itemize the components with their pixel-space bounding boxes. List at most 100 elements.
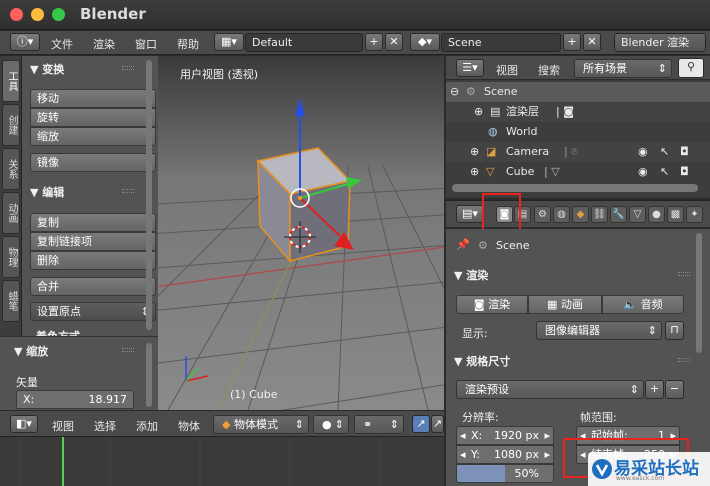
resolution-y-field[interactable]: ◂ Y: 1080 px ▸ bbox=[456, 445, 554, 464]
vp-menu-add[interactable]: 添加 bbox=[136, 418, 158, 434]
editor-type-info-icon[interactable]: ⓘ▾ bbox=[10, 33, 40, 51]
screen-layout-field[interactable]: Default bbox=[245, 33, 363, 52]
texture-tab-icon[interactable]: ▩ bbox=[667, 206, 684, 223]
minimize-window-button[interactable] bbox=[31, 8, 44, 21]
expand-icon[interactable]: ⊕ bbox=[470, 142, 479, 162]
delete-button[interactable]: 删除 bbox=[30, 251, 156, 270]
outliner-menu-view[interactable]: 视图 bbox=[496, 62, 518, 78]
join-button[interactable]: 合并 bbox=[30, 277, 156, 296]
scene-selector-icon[interactable]: ◆▾ bbox=[410, 33, 440, 51]
visibility-eye-icon[interactable]: ◉ bbox=[638, 142, 648, 162]
tab-animation[interactable]: 动画 bbox=[2, 192, 20, 234]
tab-relations[interactable]: 关系 bbox=[2, 148, 20, 190]
panel-grip-icon[interactable] bbox=[122, 66, 134, 70]
render-audio-button[interactable]: 🔈 音频 bbox=[602, 295, 684, 314]
rotate-button[interactable]: 旋转 bbox=[30, 108, 156, 127]
tab-create[interactable]: 创建 bbox=[2, 104, 20, 146]
increment-icon[interactable]: ▸ bbox=[544, 446, 550, 463]
display-select[interactable]: 图像编辑器 ⇕ bbox=[536, 321, 662, 340]
duplicate-linked-button[interactable]: 复制链接项 bbox=[30, 232, 156, 251]
world-tab-icon[interactable]: ◍ bbox=[553, 206, 570, 223]
increment-icon[interactable]: ▸ bbox=[544, 427, 550, 444]
duplicate-button[interactable]: 复制 bbox=[30, 213, 156, 232]
add-preset-icon[interactable]: + bbox=[645, 380, 664, 399]
expand-icon[interactable]: ⊕ bbox=[470, 162, 479, 182]
tab-tools[interactable]: 工具 bbox=[2, 60, 20, 102]
redo-panel-scrollbar[interactable] bbox=[146, 343, 152, 407]
outliner-hscrollbar[interactable] bbox=[452, 184, 698, 192]
visibility-eye-icon[interactable]: ◉ bbox=[638, 162, 648, 182]
set-origin-dropdown[interactable]: 设置原点⇕ bbox=[30, 302, 156, 321]
resolution-x-field[interactable]: ◂ X: 1920 px ▸ bbox=[456, 426, 554, 445]
tab-grease-pencil[interactable]: 蜡笔 bbox=[2, 280, 20, 322]
dimensions-panel-header[interactable]: ▼ 规格尺寸 bbox=[454, 353, 510, 369]
transform-panel-header[interactable]: ▼ 变换 bbox=[30, 61, 64, 77]
remove-scene-icon[interactable]: ✕ bbox=[583, 33, 601, 51]
edit-panel-header[interactable]: ▼ 编辑 bbox=[30, 184, 64, 200]
decrement-icon[interactable]: ◂ bbox=[460, 427, 466, 444]
tool-panel-scrollbar[interactable] bbox=[146, 60, 152, 330]
remove-preset-icon[interactable]: − bbox=[665, 380, 684, 399]
pivot-point-select[interactable]: ⚭ ⇕ bbox=[354, 415, 404, 434]
mirror-button[interactable]: 镜像 bbox=[30, 153, 156, 172]
outliner-row-scene[interactable]: ⊖ ⚙ Scene bbox=[446, 82, 710, 102]
scene-tab-icon[interactable]: ⚙ bbox=[534, 206, 551, 223]
panel-grip-icon[interactable] bbox=[122, 189, 134, 193]
particles-tab-icon[interactable]: ✦ bbox=[686, 206, 703, 223]
render-camera-icon[interactable]: ◘ bbox=[680, 162, 689, 182]
decrement-icon[interactable]: ◂ bbox=[460, 446, 466, 463]
menu-window[interactable]: 窗口 bbox=[135, 36, 157, 52]
add-scene-icon[interactable]: + bbox=[563, 33, 581, 51]
data-tab-mesh-icon[interactable]: ▽ bbox=[629, 206, 646, 223]
shading-panel-header[interactable]: 着色方式 bbox=[36, 328, 80, 336]
object-tab-icon[interactable]: ◆ bbox=[572, 206, 589, 223]
translate-manipulator-icon[interactable]: ↗ bbox=[431, 415, 444, 433]
display-mode-select[interactable]: 所有场景 ⇕ bbox=[574, 59, 672, 78]
pin-icon[interactable]: 📌 bbox=[456, 238, 470, 251]
properties-scrollbar[interactable] bbox=[696, 233, 702, 353]
menu-help[interactable]: 帮助 bbox=[177, 36, 199, 52]
shading-mode-select[interactable]: ● ⇕ bbox=[313, 415, 349, 434]
editor-type-outliner-icon[interactable]: ☰▾ bbox=[456, 59, 484, 77]
render-preset-select[interactable]: 渲染预设 ⇕ bbox=[456, 380, 644, 399]
panel-grip-icon[interactable] bbox=[678, 272, 690, 276]
vp-menu-select[interactable]: 选择 bbox=[94, 418, 116, 434]
panel-grip-icon[interactable] bbox=[678, 358, 690, 362]
redo-panel-header[interactable]: ▼ 缩放 bbox=[14, 343, 48, 359]
manipulator-toggle-icon[interactable]: ↗ bbox=[412, 415, 430, 433]
tab-physics[interactable]: 物理 bbox=[2, 236, 20, 278]
outliner-row-renderlayers[interactable]: ⊕ ▤ 渲染层 | ◙ bbox=[446, 102, 710, 122]
vp-menu-view[interactable]: 视图 bbox=[52, 418, 74, 434]
remove-layout-icon[interactable]: ✕ bbox=[385, 33, 403, 51]
render-panel-header[interactable]: ▼ 渲染 bbox=[454, 267, 488, 283]
scale-button[interactable]: 缩放 bbox=[30, 127, 156, 146]
select-cursor-icon[interactable]: ↖ bbox=[660, 142, 669, 162]
outliner-row-camera[interactable]: ⊕ ◪ Camera | ⌾ ◉ ↖ ◘ bbox=[446, 142, 710, 162]
screen-layout-icon[interactable]: ▦▾ bbox=[214, 33, 244, 51]
lock-icon[interactable]: ⊓ bbox=[665, 321, 684, 340]
render-engine-select[interactable]: Blender 渲染 bbox=[614, 33, 706, 52]
search-icon[interactable]: ⚲ bbox=[678, 58, 704, 78]
collapse-icon[interactable]: ⊖ bbox=[450, 82, 459, 102]
close-window-button[interactable] bbox=[10, 8, 23, 21]
3d-viewport[interactable]: 用户视图 (透视) (1) Cube bbox=[158, 56, 444, 410]
render-still-button[interactable]: ◙ 渲染 bbox=[456, 295, 528, 314]
render-camera-icon[interactable]: ◘ bbox=[680, 142, 689, 162]
render-animation-button[interactable]: ▦ 动画 bbox=[528, 295, 602, 314]
modifiers-tab-wrench-icon[interactable]: 🔧 bbox=[610, 206, 627, 223]
editor-type-properties-icon[interactable]: ▤▾ bbox=[456, 205, 484, 223]
outliner-row-cube[interactable]: ⊕ ▽ Cube | ▽ ◉ ↖ ◘ bbox=[446, 162, 710, 182]
add-layout-icon[interactable]: + bbox=[365, 33, 383, 51]
vp-menu-object[interactable]: 物体 bbox=[178, 418, 200, 434]
scene-field[interactable]: Scene bbox=[441, 33, 561, 52]
maximize-window-button[interactable] bbox=[52, 8, 65, 21]
outliner-menu-search[interactable]: 搜索 bbox=[538, 62, 560, 78]
panel-grip-icon[interactable] bbox=[122, 348, 134, 352]
object-mode-select[interactable]: ◆ 物体模式 ⇕ bbox=[213, 415, 309, 434]
scale-x-field[interactable]: X: 18.917 bbox=[16, 390, 134, 409]
select-cursor-icon[interactable]: ↖ bbox=[660, 162, 669, 182]
outliner-row-world[interactable]: ◍ World bbox=[446, 122, 710, 142]
move-button[interactable]: 移动 bbox=[30, 89, 156, 108]
expand-icon[interactable]: ⊕ bbox=[474, 102, 483, 122]
constraints-tab-icon[interactable]: ⛓ bbox=[591, 206, 608, 223]
